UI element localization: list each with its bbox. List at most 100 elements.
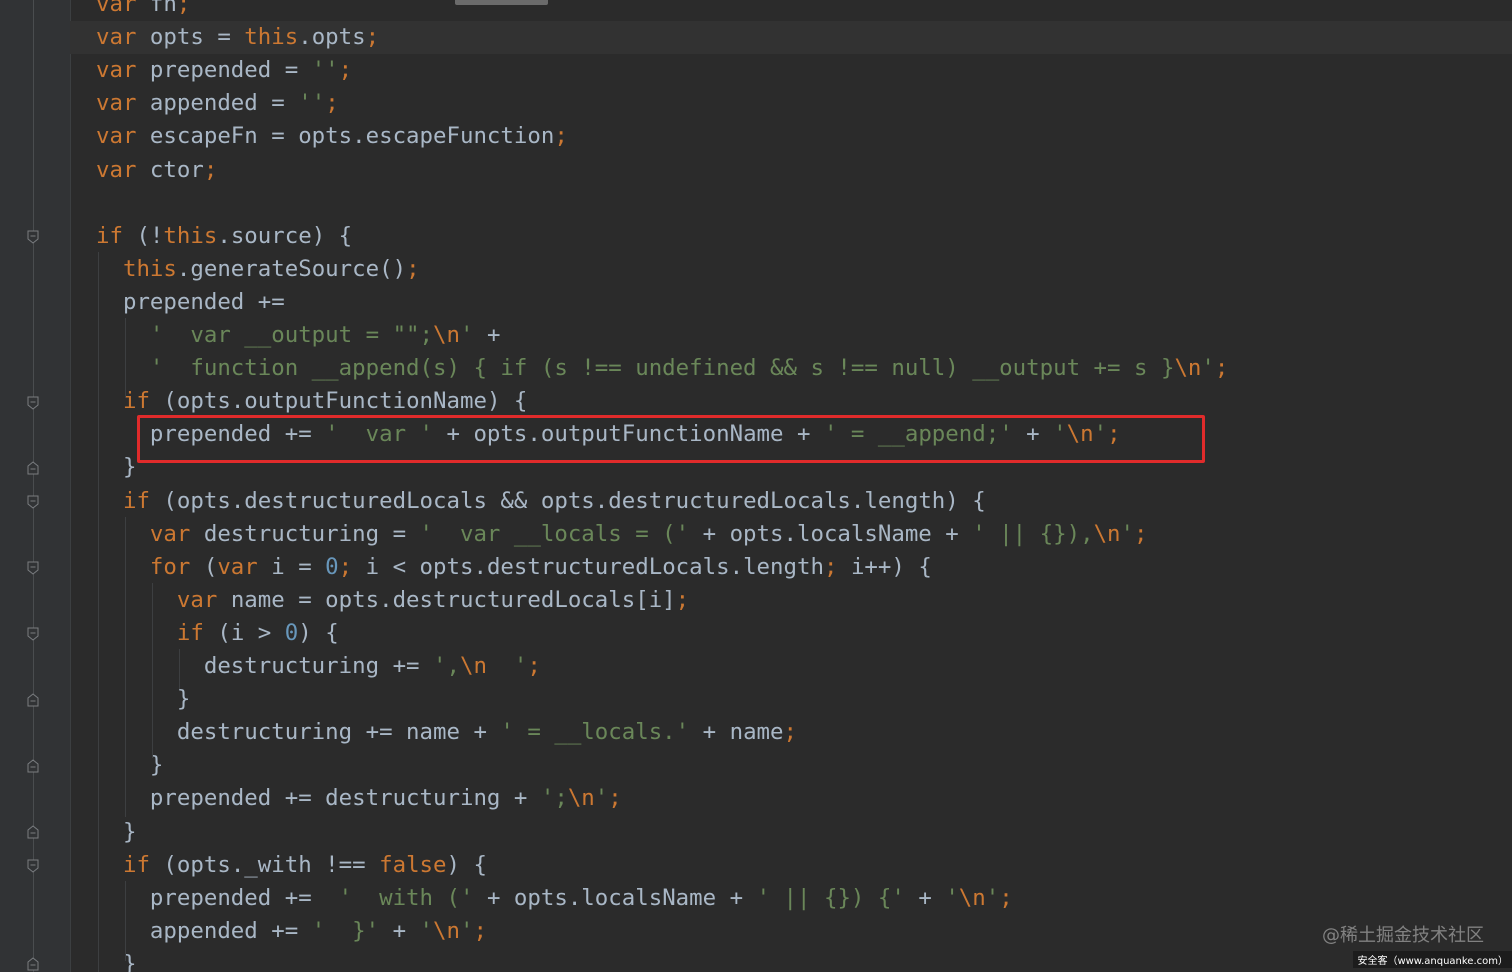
code-token: + [1012,421,1054,448]
fold-end-icon[interactable] [26,461,40,475]
fold-collapse-icon[interactable] [26,495,40,509]
code-token: ; [203,156,218,183]
indent-guide [179,649,180,689]
code-line[interactable]: ' function __append(s) { if (s !== undef… [96,352,1228,385]
fold-collapse-icon[interactable] [26,396,40,410]
code-token: } [96,686,191,713]
code-token: ' [1201,355,1215,382]
code-line[interactable]: var name = opts.destructuredLocals[i]; [96,584,689,617]
code-token: this [163,222,218,249]
fold-collapse-icon[interactable] [26,627,40,641]
code-line[interactable]: if (opts._with !== false) { [96,849,487,882]
code-line[interactable]: if (opts.outputFunctionName) { [96,385,527,418]
code-token: (i > [217,619,285,646]
code-token: \n [459,653,487,679]
fold-collapse-icon[interactable] [26,859,40,873]
code-token: for [149,553,204,580]
code-line[interactable]: var fn; [96,0,190,21]
code-line[interactable]: if (!this.source) { [96,220,352,253]
fold-collapse-icon[interactable] [26,230,40,244]
code-token: + [473,322,501,348]
code-token: \n [567,785,595,812]
code-token: ( [203,553,218,580]
code-token: ' [486,653,528,679]
fold-collapse-icon[interactable] [26,561,40,575]
code-token: ; [554,123,568,150]
code-line[interactable]: } [96,948,137,972]
code-token: \n [1093,520,1121,547]
code-token: ' with (' [338,884,474,911]
code-token: ' [1093,421,1108,448]
code-line[interactable]: var prepended = ''; [96,54,352,87]
fold-end-icon[interactable] [26,759,40,773]
code-token: var [96,90,150,117]
code-token: ; [338,553,366,580]
code-token: + name [689,719,784,746]
code-token: + [379,917,420,944]
code-token: prepended += [96,421,326,448]
code-line[interactable]: var appended = ''; [96,87,339,120]
code-line[interactable]: } [96,816,137,849]
code-token: .source) { [217,222,353,249]
indent-guide [152,583,153,758]
code-line[interactable]: var escapeFn = opts.escapeFunction; [96,120,568,153]
code-line[interactable]: prepended += [96,286,285,319]
code-token: var [176,586,231,613]
code-line[interactable]: if (opts.destructuredLocals && opts.dest… [96,485,986,518]
code-token: ; [406,255,420,282]
code-line[interactable]: destructuring += ',\n '; [96,650,541,683]
code-line[interactable]: } [96,683,191,716]
code-token: appended += [96,917,312,944]
code-token: \n [433,322,460,348]
code-line[interactable]: prepended += destructuring + ';\n'; [96,782,622,815]
code-token: \n [958,884,986,911]
code-token: (opts._with !== [163,851,380,878]
code-line[interactable]: } [96,451,137,484]
code-line[interactable]: prepended += ' with (' + opts.localsName… [96,882,1013,915]
code-token: + opts.outputFunctionName + [433,421,824,448]
code-line[interactable]: var opts = this.opts; [96,21,379,54]
fold-end-icon[interactable] [26,825,40,839]
code-line[interactable]: for (var i = 0; i < opts.destructuredLoc… [96,551,932,584]
code-token: prepended += destructuring + [96,785,541,812]
code-editor[interactable]: @稀土掘金技术社区 安全客（www.anquanke.com） var fn; v… [0,0,1512,972]
code-line[interactable]: if (i > 0) { [96,617,339,650]
code-token: ' [1120,520,1135,547]
code-line[interactable]: var destructuring = ' var __locals = (' … [96,518,1148,551]
indent-guide [125,318,126,398]
code-token: escapeFn = opts.escapeFunction [149,123,555,150]
code-token: prepended += [96,288,285,315]
code-token: + [904,884,946,911]
code-line[interactable]: ' var __output = "";\n' + [96,319,501,352]
code-token: .opts [298,24,366,51]
code-line[interactable]: prepended += ' var ' + opts.outputFuncti… [96,418,1121,451]
code-token: ; [783,719,798,746]
code-token: var [96,57,150,84]
horizontal-scrollbar-thumb[interactable] [455,0,548,5]
code-token: this [244,24,299,51]
fold-end-icon[interactable] [26,957,40,971]
code-line[interactable]: appended += ' }' + '\n'; [96,915,487,948]
code-token: var [96,24,150,51]
code-token: if [96,222,137,249]
code-token: ' [459,322,474,348]
code-token: i++) { [850,553,932,580]
code-token: var [96,156,150,183]
code-token: ' [985,884,1000,911]
code-token: if [122,388,164,415]
code-line[interactable]: destructuring += name + ' = __locals.' +… [96,716,797,749]
code-token: if [176,619,218,646]
fold-end-icon[interactable] [26,693,40,707]
code-token: '' [311,57,339,84]
code-token: destructuring = [203,520,420,547]
code-line[interactable]: var ctor; [96,154,217,187]
code-line[interactable]: } [96,749,164,782]
code-token: ; [338,57,353,84]
code-token: } [96,950,137,972]
code-token: '' [298,90,326,117]
code-token: ' || {}), [972,520,1094,547]
code-line[interactable]: this.generateSource(); [96,253,420,286]
